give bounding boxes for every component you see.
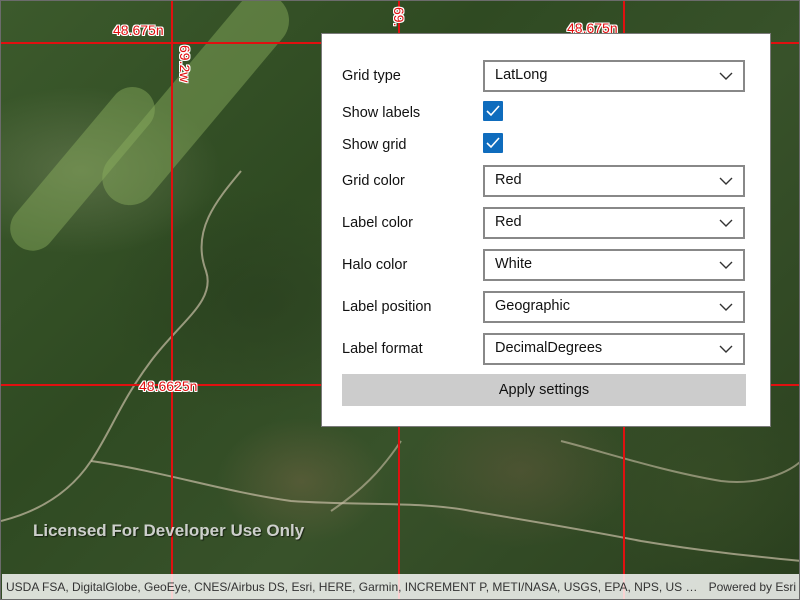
grid-type-value: LatLong	[495, 67, 548, 83]
app-window: 48.675n 48.675n 48.6625n 69.2w 69. Licen…	[0, 0, 800, 600]
grid-type-label: Grid type	[342, 68, 401, 84]
label-position-dropdown[interactable]: Geographic	[483, 291, 745, 323]
label-format-dropdown[interactable]: DecimalDegrees	[483, 333, 745, 365]
chevron-down-icon	[719, 261, 733, 269]
label-format-label: Label format	[342, 341, 423, 357]
grid-label-lat: 48.675n	[113, 22, 164, 38]
license-watermark: Licensed For Developer Use Only	[33, 521, 305, 540]
grid-type-dropdown[interactable]: LatLong	[483, 60, 745, 92]
chevron-down-icon	[719, 303, 733, 311]
checkmark-icon	[486, 137, 500, 149]
grid-type-row: Grid type LatLong	[342, 60, 746, 92]
show-grid-row: Show grid	[342, 129, 746, 161]
grid-color-dropdown[interactable]: Red	[483, 165, 745, 197]
checkmark-icon	[486, 105, 500, 117]
show-labels-label: Show labels	[342, 105, 421, 121]
show-labels-checkbox[interactable]	[483, 101, 503, 121]
powered-by-esri-link[interactable]: Powered by Esri	[709, 580, 796, 594]
apply-settings-button[interactable]: Apply settings	[342, 374, 746, 406]
halo-color-dropdown[interactable]: White	[483, 249, 745, 281]
label-color-row: Label color Red	[342, 207, 746, 239]
attribution-bar: USDA FSA, DigitalGlobe, GeoEye, CNES/Air…	[2, 574, 799, 599]
label-color-value: Red	[495, 214, 522, 230]
label-format-row: Label format DecimalDegrees	[342, 333, 746, 365]
show-grid-label: Show grid	[342, 137, 407, 153]
chevron-down-icon	[719, 72, 733, 80]
label-color-label: Label color	[342, 215, 413, 231]
label-format-value: DecimalDegrees	[495, 340, 603, 356]
label-position-label: Label position	[342, 299, 432, 315]
chevron-down-icon	[719, 219, 733, 227]
label-position-value: Geographic	[495, 298, 570, 314]
grid-settings-panel: Grid type LatLong Show labels Show grid …	[321, 33, 771, 427]
label-color-dropdown[interactable]: Red	[483, 207, 745, 239]
grid-label-lon: 69.2w	[177, 45, 193, 83]
grid-label-lon: 69.	[391, 7, 407, 27]
halo-color-label: Halo color	[342, 257, 408, 273]
halo-color-value: White	[495, 256, 533, 272]
grid-color-value: Red	[495, 172, 522, 188]
label-position-row: Label position Geographic	[342, 291, 746, 323]
grid-line-lon	[171, 1, 173, 599]
attribution-text: USDA FSA, DigitalGlobe, GeoEye, CNES/Air…	[6, 580, 701, 594]
halo-color-row: Halo color White	[342, 249, 746, 281]
grid-label-lat: 48.6625n	[139, 378, 198, 394]
chevron-down-icon	[719, 177, 733, 185]
chevron-down-icon	[719, 345, 733, 353]
grid-color-row: Grid color Red	[342, 165, 746, 197]
grid-color-label: Grid color	[342, 173, 405, 189]
show-labels-row: Show labels	[342, 97, 746, 129]
show-grid-checkbox[interactable]	[483, 133, 503, 153]
